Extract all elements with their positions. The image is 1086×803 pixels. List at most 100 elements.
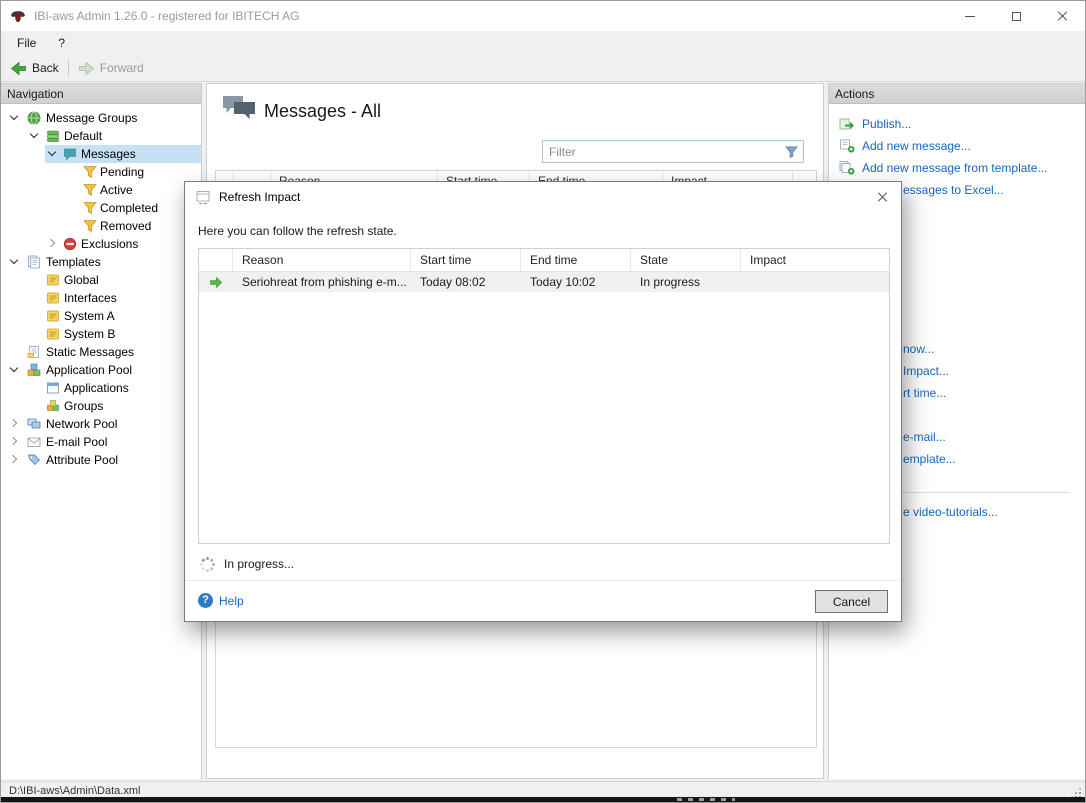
app-window: IBI-aws Admin 1.26.0 - registered for IB… bbox=[0, 0, 1086, 803]
default-group-icon bbox=[46, 129, 60, 143]
titlebar: IBI-aws Admin 1.26.0 - registered for IB… bbox=[1, 1, 1085, 31]
action-video-tutorials-partial[interactable]: e video-tutorials... bbox=[903, 503, 998, 521]
tree-item-message-groups[interactable]: Message Groups bbox=[1, 109, 201, 127]
status-text: In progress... bbox=[224, 557, 294, 571]
tree-item-system-b[interactable]: System B bbox=[1, 325, 201, 343]
tree-item-label: Interfaces bbox=[64, 289, 201, 307]
chevron-expanded-icon[interactable] bbox=[10, 113, 19, 122]
close-button[interactable] bbox=[1039, 1, 1085, 31]
action-publish[interactable]: Publish... bbox=[839, 115, 911, 133]
chevron-expanded-icon[interactable] bbox=[10, 365, 19, 374]
chevron-collapsed-icon[interactable] bbox=[10, 437, 19, 446]
messages-icon bbox=[63, 147, 77, 161]
chevron-expanded-icon[interactable] bbox=[10, 257, 19, 266]
chevron-expanded-icon[interactable] bbox=[48, 149, 57, 158]
tree-item-groups[interactable]: Groups bbox=[1, 397, 201, 415]
dialog-description: Here you can follow the refresh state. bbox=[198, 224, 397, 238]
tree-item-applications[interactable]: Applications bbox=[1, 379, 201, 397]
column-header-start-time[interactable]: Start time bbox=[411, 249, 521, 271]
action-label: rt time... bbox=[903, 386, 946, 400]
window-title: IBI-aws Admin 1.26.0 - registered for IB… bbox=[34, 9, 299, 23]
menu-file[interactable]: File bbox=[6, 31, 47, 55]
tree-item-label: Attribute Pool bbox=[46, 451, 201, 469]
toolbar: Back Forward bbox=[1, 55, 1085, 82]
forward-button[interactable]: Forward bbox=[69, 55, 153, 81]
in-progress-arrow-icon bbox=[209, 276, 223, 289]
dialog-close-button[interactable] bbox=[871, 186, 893, 208]
minimize-button[interactable] bbox=[947, 1, 993, 31]
close-icon bbox=[1056, 10, 1068, 22]
templates-icon bbox=[27, 255, 41, 269]
tree-item-label: Groups bbox=[64, 397, 201, 415]
help-icon bbox=[198, 593, 213, 608]
tree-item-completed[interactable]: Completed bbox=[1, 199, 201, 217]
action-label: now... bbox=[903, 342, 934, 356]
tree-item-system-a[interactable]: System A bbox=[1, 307, 201, 325]
table-row[interactable]: Seriohreat from phishing e-m... Today 08… bbox=[199, 272, 889, 292]
tree-item-messages[interactable]: Messages bbox=[1, 145, 201, 163]
tree-item-email-pool[interactable]: E-mail Pool bbox=[1, 433, 201, 451]
menubar: File ? bbox=[1, 31, 1085, 55]
tree-item-removed[interactable]: Removed bbox=[1, 217, 201, 235]
attribute-pool-icon bbox=[27, 453, 41, 467]
maximize-button[interactable] bbox=[993, 1, 1039, 31]
action-partial-impact[interactable]: Impact... bbox=[903, 362, 949, 380]
tree-item-label: Message Groups bbox=[46, 109, 201, 127]
tree-item-global[interactable]: Global bbox=[1, 271, 201, 289]
app-logo-icon bbox=[10, 8, 26, 24]
back-button[interactable]: Back bbox=[1, 55, 68, 81]
tree-item-application-pool[interactable]: Application Pool bbox=[1, 361, 201, 379]
tree-item-label: System A bbox=[64, 307, 201, 325]
tree-item-label: Messages bbox=[81, 145, 201, 163]
tree-item-network-pool[interactable]: Network Pool bbox=[1, 415, 201, 433]
filter-input[interactable] bbox=[543, 145, 782, 159]
action-label: Add new message from template... bbox=[862, 161, 1047, 175]
filter-funnel-button[interactable] bbox=[782, 143, 800, 161]
tree-item-label: System B bbox=[64, 325, 201, 343]
action-add-new-message-from-template[interactable]: Add new message from template... bbox=[839, 159, 1047, 177]
tree-item-active[interactable]: Active bbox=[1, 181, 201, 199]
action-label: Publish... bbox=[862, 117, 911, 131]
action-export-messages-excel-partial[interactable]: essages to Excel... bbox=[903, 181, 1004, 199]
tree-item-pending[interactable]: Pending bbox=[1, 163, 201, 181]
action-label: Add new message... bbox=[862, 139, 971, 153]
tree-item-static-messages[interactable]: Static Messages bbox=[1, 343, 201, 361]
dialog-title: Refresh Impact bbox=[219, 190, 300, 204]
tree-item-label: Applications bbox=[64, 379, 201, 397]
filter-funnel-icon bbox=[784, 144, 799, 159]
column-header-end-time[interactable]: End time bbox=[521, 249, 631, 271]
dialog-status: In progress... bbox=[199, 556, 294, 572]
action-partial-start-time[interactable]: rt time... bbox=[903, 384, 946, 402]
column-header-reason[interactable]: Reason bbox=[233, 249, 411, 271]
chevron-collapsed-icon[interactable] bbox=[10, 419, 19, 428]
forward-arrow-icon bbox=[78, 61, 95, 76]
action-label: e-mail... bbox=[903, 430, 946, 444]
tree-item-exclusions[interactable]: Exclusions bbox=[1, 235, 201, 253]
cancel-button[interactable]: Cancel bbox=[815, 590, 888, 613]
action-label: e video-tutorials... bbox=[903, 505, 998, 519]
column-header-icon[interactable] bbox=[199, 249, 233, 271]
filter-funnel-icon bbox=[83, 219, 97, 233]
tree-item-interfaces[interactable]: Interfaces bbox=[1, 289, 201, 307]
tree-item-label: Network Pool bbox=[46, 415, 201, 433]
help-link[interactable]: Help bbox=[198, 593, 244, 608]
chevron-collapsed-icon[interactable] bbox=[10, 455, 19, 464]
action-partial-template[interactable]: emplate... bbox=[903, 450, 956, 468]
notebook-icon bbox=[46, 291, 60, 305]
chevron-expanded-icon[interactable] bbox=[30, 131, 39, 140]
refresh-impact-icon bbox=[196, 190, 210, 204]
maximize-icon bbox=[1012, 12, 1021, 21]
action-partial-now[interactable]: now... bbox=[903, 340, 934, 358]
refresh-impact-dialog: Refresh Impact Here you can follow the r… bbox=[184, 181, 902, 622]
column-header-impact[interactable]: Impact bbox=[741, 249, 889, 271]
menu-help[interactable]: ? bbox=[47, 31, 76, 55]
chevron-collapsed-icon[interactable] bbox=[48, 239, 57, 248]
tree-item-attribute-pool[interactable]: Attribute Pool bbox=[1, 451, 201, 469]
navigation-panel: Navigation Message Groups Default Messag… bbox=[1, 83, 202, 779]
action-partial-email[interactable]: e-mail... bbox=[903, 428, 946, 446]
action-add-new-message[interactable]: Add new message... bbox=[839, 137, 971, 155]
cell-end-time: Today 10:02 bbox=[521, 275, 631, 289]
tree-item-templates[interactable]: Templates bbox=[1, 253, 201, 271]
column-header-state[interactable]: State bbox=[631, 249, 741, 271]
tree-item-default[interactable]: Default bbox=[1, 127, 201, 145]
